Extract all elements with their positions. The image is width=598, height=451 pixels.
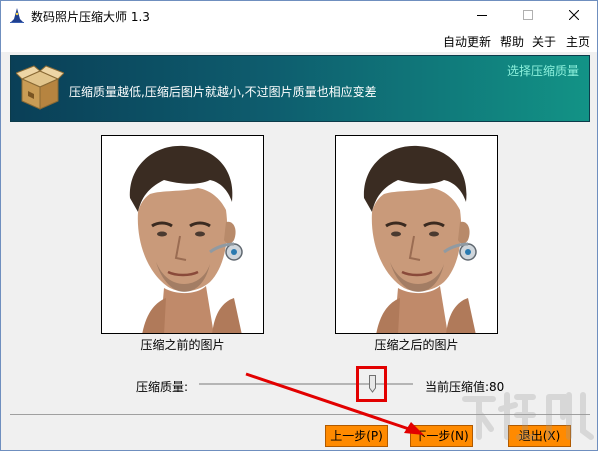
close-button[interactable] [551, 1, 597, 30]
wizard-hat-icon [8, 6, 26, 24]
maximize-icon [523, 10, 533, 20]
menu-item-home[interactable]: 主页 [566, 33, 590, 50]
minimize-button[interactable] [459, 1, 505, 30]
window-title: 数码照片压缩大师 1.3 [31, 10, 150, 24]
menu-bar: 自动更新 帮助 关于 主页 [1, 30, 597, 52]
minimize-icon [477, 15, 487, 16]
maximize-button[interactable] [505, 1, 551, 30]
prev-button[interactable]: 上一步(P) [325, 425, 388, 447]
after-image [335, 135, 498, 334]
banner-description: 压缩质量越低,压缩后图片就越小,不过图片质量也相应变差 [69, 85, 377, 99]
app-window: 数码照片压缩大师 1.3 自动更新 帮助 关于 主页 压缩质量越低,压缩后图片就… [0, 0, 598, 451]
step-banner: 压缩质量越低,压缩后图片就越小,不过图片质量也相应变差 选择压缩质量 [10, 55, 590, 122]
before-caption: 压缩之前的图片 [140, 338, 225, 352]
step-title: 选择压缩质量 [506, 64, 579, 78]
after-caption: 压缩之后的图片 [374, 338, 459, 352]
watermark-logo [459, 385, 597, 443]
quality-label: 压缩质量: [136, 380, 189, 394]
slider-highlight-box [356, 366, 387, 402]
before-image [101, 135, 264, 334]
menu-item-auto-update[interactable]: 自动更新 [443, 33, 491, 50]
menu-item-about[interactable]: 关于 [532, 33, 556, 50]
package-box-icon [15, 63, 65, 113]
title-bar[interactable]: 数码照片压缩大师 1.3 [1, 1, 597, 30]
close-icon [569, 10, 579, 20]
menu-item-help[interactable]: 帮助 [500, 33, 524, 50]
